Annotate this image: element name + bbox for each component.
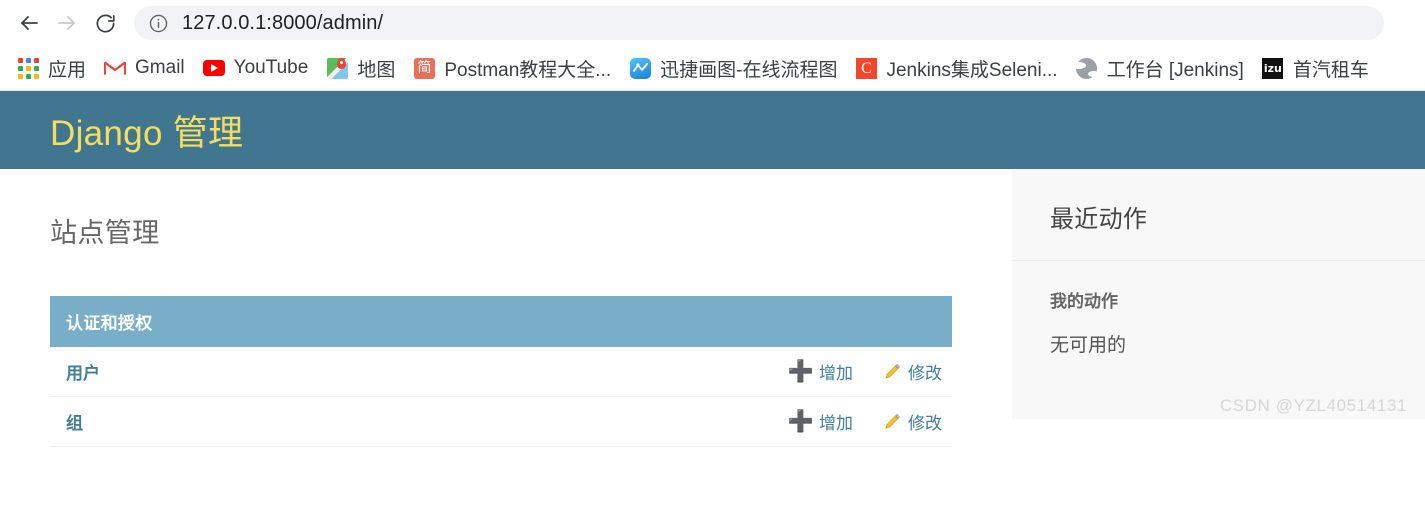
xunjie-chart-icon: [629, 57, 651, 79]
bookmark-maps[interactable]: 地图: [317, 51, 404, 85]
pencil-icon: [883, 412, 902, 431]
add-group-link[interactable]: ➕ 增加: [788, 409, 853, 434]
bookmark-jenkins-selenium[interactable]: C Jenkins集成Seleni...: [846, 51, 1066, 85]
apps-grid-icon: [17, 57, 39, 79]
recent-actions-sidebar: 最近动作 我的动作 无可用的 CSDN @YZL40514131: [1012, 169, 1425, 419]
youtube-icon: [202, 57, 225, 79]
bookmark-label: Postman教程大全...: [444, 59, 612, 81]
bookmark-label: 地图: [357, 59, 396, 81]
globe-icon: [1076, 57, 1098, 79]
bookmark-youtube[interactable]: YouTube: [194, 51, 318, 85]
add-label: 增加: [819, 364, 853, 383]
main-content: 站点管理 认证和授权 用户 ➕ 增加 修改 组 ➕ 增加 修改: [0, 169, 1012, 447]
bookmarks-bar: 应用 Gmail YouTube 地图 简 Postman教程大全... 迅捷画…: [0, 46, 1425, 91]
browser-toolbar: 127.0.0.1:8000/admin/: [0, 0, 1425, 46]
sidebar-subtitle: 我的动作: [1050, 292, 1118, 311]
sidebar-title: 最近动作: [1012, 169, 1425, 261]
bookmark-jenkins-dashboard[interactable]: 工作台 [Jenkins]: [1067, 51, 1253, 85]
csdn-c-icon: C: [855, 57, 877, 79]
change-label: 修改: [908, 364, 942, 383]
change-group-link[interactable]: 修改: [883, 409, 942, 434]
bookmark-postman-tutorial[interactable]: 简 Postman教程大全...: [404, 51, 620, 85]
gmail-icon: [104, 57, 127, 79]
jianshu-icon: 简: [413, 57, 435, 79]
bookmark-shouqi[interactable]: izu 首汽租车: [1253, 51, 1378, 85]
model-link-users[interactable]: 用户: [66, 359, 758, 384]
bookmark-apps[interactable]: 应用: [8, 51, 95, 85]
reload-button[interactable]: [86, 4, 124, 42]
back-button[interactable]: [10, 4, 48, 42]
url-text: 127.0.0.1:8000/admin/: [182, 11, 384, 34]
table-row: 用户 ➕ 增加 修改: [50, 347, 952, 397]
change-label: 修改: [908, 414, 942, 433]
site-info-icon[interactable]: [148, 13, 169, 34]
bookmark-label: Jenkins集成Seleni...: [886, 59, 1058, 81]
sidebar-empty-text: 无可用的: [1050, 335, 1127, 356]
app-module-caption[interactable]: 认证和授权: [50, 296, 952, 347]
model-link-groups[interactable]: 组: [66, 409, 758, 434]
bookmark-label: Gmail: [135, 57, 185, 78]
add-user-link[interactable]: ➕ 增加: [788, 359, 853, 384]
google-maps-icon: [326, 57, 348, 79]
bookmark-label: 应用: [48, 59, 87, 81]
arrow-right-icon: [55, 11, 79, 35]
bookmark-xunjie[interactable]: 迅捷画图-在线流程图: [620, 51, 846, 85]
pencil-icon: [883, 362, 902, 381]
bookmark-label: 首汽租车: [1292, 59, 1369, 81]
watermark: CSDN @YZL40514131: [1219, 396, 1407, 415]
bookmark-label: 工作台 [Jenkins]: [1106, 59, 1244, 81]
bookmark-label: YouTube: [233, 57, 309, 78]
address-bar[interactable]: 127.0.0.1:8000/admin/: [134, 6, 1384, 40]
plus-icon: ➕: [787, 360, 814, 383]
table-row: 组 ➕ 增加 修改: [50, 397, 952, 447]
change-user-link[interactable]: 修改: [883, 359, 942, 384]
browser-chrome: 127.0.0.1:8000/admin/ 应用 Gmail YouTube 地…: [0, 0, 1425, 91]
page-title: 站点管理: [50, 218, 160, 248]
add-label: 增加: [819, 414, 853, 433]
forward-button[interactable]: [48, 4, 86, 42]
plus-icon: ➕: [787, 410, 814, 433]
app-module-auth: 认证和授权 用户 ➕ 增加 修改 组 ➕ 增加 修改: [50, 296, 952, 447]
bookmark-label: 迅捷画图-在线流程图: [660, 59, 838, 81]
django-admin-page: Django 管理 站点管理 认证和授权 用户 ➕ 增加 修改 组 ➕ 增加 修…: [0, 91, 1425, 447]
arrow-left-icon: [17, 11, 41, 35]
django-header: Django 管理: [0, 91, 1425, 169]
django-body: 站点管理 认证和授权 用户 ➕ 增加 修改 组 ➕ 增加 修改 最近动作 我的动…: [0, 169, 1425, 447]
site-branding[interactable]: Django 管理: [50, 105, 243, 156]
reload-icon: [94, 12, 117, 35]
izu-icon: izu: [1262, 57, 1284, 79]
bookmark-gmail[interactable]: Gmail: [95, 51, 194, 85]
